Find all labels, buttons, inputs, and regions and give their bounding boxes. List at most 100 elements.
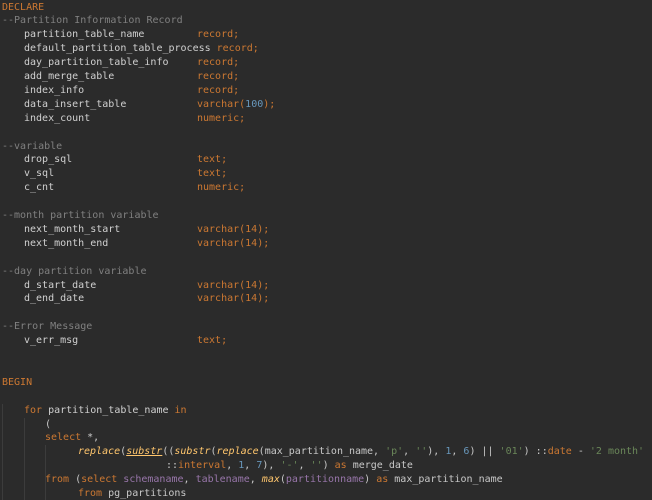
code-token-type: varchar(14); xyxy=(197,293,270,305)
code-token-ident: index_info xyxy=(24,84,85,96)
code-token-type: varchar(14); xyxy=(197,223,270,235)
code-token-comment: --variable xyxy=(2,140,63,152)
code-line[interactable]: v_err_msg text; xyxy=(24,334,227,348)
code-token-kw: from xyxy=(45,474,76,486)
code-token-ident: d_end_date xyxy=(24,293,85,305)
code-line[interactable]: index_info record; xyxy=(24,84,239,98)
code-line[interactable]: from pg_partitions xyxy=(78,487,186,500)
code-token-type: varchar(14); xyxy=(197,279,270,291)
code-line[interactable]: from (select schemaname, tablename, max(… xyxy=(45,473,503,487)
code-token-kw: from xyxy=(78,488,109,499)
code-line[interactable]: next_month_start varchar(14); xyxy=(24,223,269,237)
code-line[interactable]: --variable xyxy=(2,140,62,154)
code-token-type: interval xyxy=(178,460,227,472)
code-token-plain: pg_partitions xyxy=(108,488,187,499)
code-line[interactable]: for partition_table_name in xyxy=(24,404,187,418)
code-token-purple: tablename xyxy=(195,474,250,486)
code-token-fn: replace xyxy=(78,446,121,458)
indent-guide xyxy=(2,403,3,500)
code-token-plain: ) || xyxy=(469,446,500,458)
code-line[interactable]: data_insert_table varchar(100); xyxy=(24,98,275,112)
code-token-plain: ) xyxy=(364,474,377,486)
code-token-ident: v_sql xyxy=(24,168,55,180)
code-line[interactable]: drop_sql text; xyxy=(24,153,227,167)
code-line[interactable]: DECLARE xyxy=(2,1,44,15)
code-token-kw: as xyxy=(376,474,395,486)
code-line[interactable]: replace(substr((substr(replace(max_parti… xyxy=(78,445,644,459)
code-token-num: 100 xyxy=(245,98,264,110)
code-line[interactable]: v_sql text; xyxy=(24,167,227,181)
code-token-plain: , xyxy=(298,460,311,472)
code-token-type: text; xyxy=(197,335,228,347)
code-token-type: record; xyxy=(197,71,240,82)
code-token-str: '' xyxy=(310,460,323,472)
code-token-ident: d_start_date xyxy=(24,279,97,291)
code-token-plain: , xyxy=(244,460,257,472)
code-token-plain: , xyxy=(249,474,262,486)
code-line[interactable]: --Error Message xyxy=(2,320,92,334)
code-token-type: text; xyxy=(197,168,228,180)
code-token-str: '' xyxy=(415,446,428,458)
code-token-plain: ), xyxy=(262,460,281,472)
code-token-ident: c_cnt xyxy=(24,182,55,194)
code-token-purple: partitionname xyxy=(285,474,365,486)
code-token-plain: (( xyxy=(162,446,175,458)
code-line[interactable]: ::interval, 1, 7), '-', '') as merge_dat… xyxy=(166,459,413,473)
code-token-kw: select xyxy=(45,432,88,444)
code-token-ident: default_partition_table_process xyxy=(24,43,211,55)
code-token-fn: substr xyxy=(174,446,211,458)
code-line[interactable]: add_merge_table record; xyxy=(24,70,239,84)
code-line[interactable]: partition_table_name record; xyxy=(24,28,239,42)
code-token-plain: *, xyxy=(87,432,100,444)
code-token-ident: partition_table_name xyxy=(24,29,145,41)
code-token-fnu: substr xyxy=(126,446,163,458)
code-token-comment: --day partition variable xyxy=(2,265,147,277)
code-token-ident: index_count xyxy=(24,112,91,124)
code-token-plain: , xyxy=(403,446,416,458)
code-line[interactable]: default_partition_table_process record; xyxy=(24,42,259,56)
code-token-plain: ), xyxy=(427,446,446,458)
code-line[interactable]: index_count numeric; xyxy=(24,112,245,126)
code-line[interactable]: next_month_end varchar(14); xyxy=(24,237,269,251)
code-token-ident: next_month_start xyxy=(24,223,121,235)
code-token-ident: data_insert_table xyxy=(24,98,127,110)
code-token-ident: add_merge_table xyxy=(24,71,115,82)
code-line[interactable]: --day partition variable xyxy=(2,265,147,279)
code-token-type: date xyxy=(547,446,572,458)
code-token-type: numeric; xyxy=(197,112,246,124)
code-token-plain: , xyxy=(451,446,464,458)
code-line[interactable]: d_end_date varchar(14); xyxy=(24,292,269,306)
code-line[interactable]: day_partition_table_info record; xyxy=(24,56,239,70)
code-line[interactable]: c_cnt numeric; xyxy=(24,181,245,195)
code-line[interactable]: BEGIN xyxy=(2,376,32,390)
code-token-str: 'p' xyxy=(385,446,404,458)
code-token-plain: , xyxy=(226,460,239,472)
code-token-kw: in xyxy=(174,404,187,416)
code-token-plain: ) xyxy=(322,460,335,472)
code-token-type: varchar(14); xyxy=(197,237,270,249)
code-line[interactable]: d_start_date varchar(14); xyxy=(24,279,269,293)
code-token-ident: v_err_msg xyxy=(24,335,79,347)
code-token-plain: - xyxy=(571,446,590,458)
code-line[interactable]: select *, xyxy=(45,431,99,445)
code-token-plain: ( xyxy=(45,418,52,430)
code-token-type: record; xyxy=(216,43,259,55)
code-token-type: record; xyxy=(197,84,240,96)
code-token-plain: merge_date xyxy=(352,460,413,472)
code-line[interactable]: --Partition Information Record xyxy=(2,14,183,28)
code-token-plain: ) :: xyxy=(523,446,548,458)
code-token-ident: day_partition_table_info xyxy=(24,57,169,69)
code-token-plain: (max_partition_name, xyxy=(258,446,386,458)
code-line[interactable]: --month partition variable xyxy=(2,209,159,223)
code-token-comment: --month partition variable xyxy=(2,210,159,221)
code-token-str: '-' xyxy=(280,460,299,472)
code-token-plain: max_partition_name xyxy=(394,474,503,486)
code-editor[interactable]: DECLARE --Partition Information Record par… xyxy=(0,0,652,500)
code-token-kw: as xyxy=(334,460,353,472)
code-token-comment: --Error Message xyxy=(2,321,93,333)
indent-guide xyxy=(45,445,46,500)
code-token-ident: drop_sql xyxy=(24,154,73,166)
code-token-type: record; xyxy=(197,29,240,41)
code-token-type: ); xyxy=(263,98,276,110)
code-line[interactable]: ( xyxy=(45,418,51,432)
